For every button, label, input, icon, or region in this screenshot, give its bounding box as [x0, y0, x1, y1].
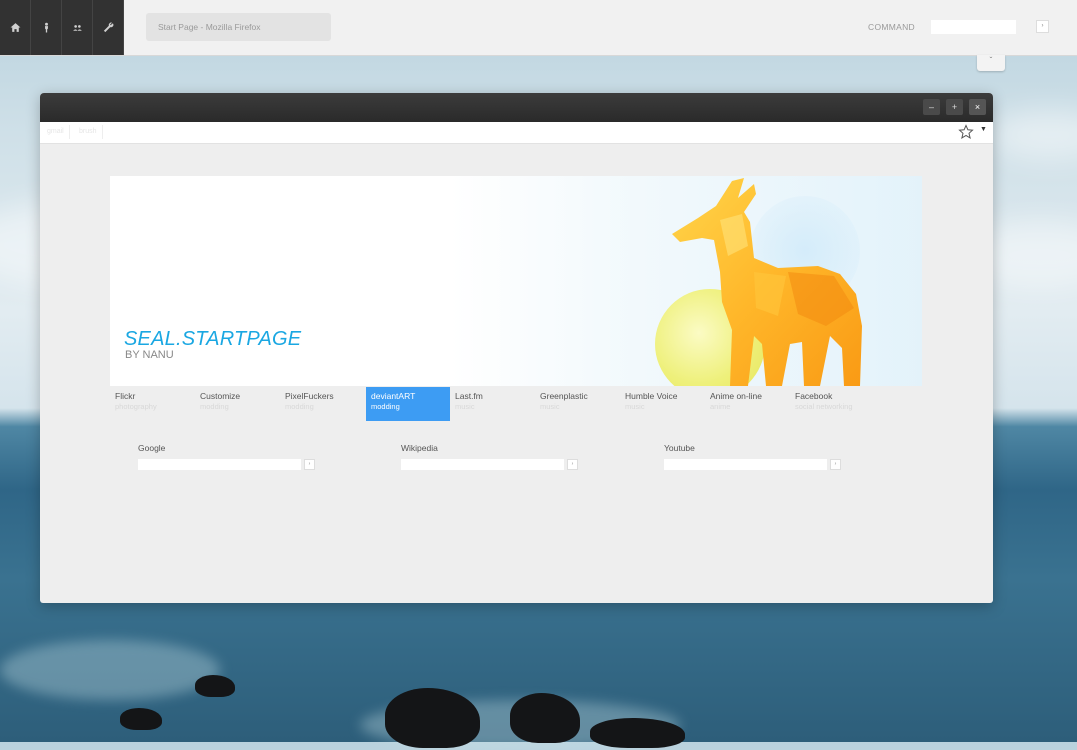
- link-humble-voice[interactable]: Humble Voice music: [620, 387, 704, 421]
- site-subtitle: BY NANU: [125, 349, 174, 361]
- header-banner: SEAL.STARTPAGE BY NANU: [110, 176, 922, 386]
- google-search-input[interactable]: [138, 459, 301, 470]
- google-search-button[interactable]: ›: [304, 459, 315, 470]
- link-deviantart[interactable]: deviantART modding: [366, 387, 450, 421]
- youtube-search: Youtube ›: [664, 443, 841, 470]
- link-flickr[interactable]: Flickr photography: [110, 387, 194, 421]
- rock: [385, 688, 480, 748]
- link-title: Flickr: [115, 391, 136, 401]
- rock: [590, 718, 685, 748]
- link-subtitle: anime: [710, 402, 731, 411]
- link-subtitle: photography: [115, 402, 157, 411]
- deer-illustration: [672, 178, 862, 386]
- link-pixelfuckers[interactable]: PixelFuckers modding: [280, 387, 364, 421]
- link-subtitle: modding: [285, 402, 314, 411]
- wrench-icon[interactable]: [93, 0, 124, 55]
- link-subtitle: music: [625, 402, 645, 411]
- link-anime-online[interactable]: Anime on-line anime: [705, 387, 789, 421]
- link-facebook[interactable]: Facebook social networking: [790, 387, 874, 421]
- minimize-button[interactable]: –: [923, 99, 940, 115]
- cloud: [990, 110, 1077, 160]
- youtube-search-input[interactable]: [664, 459, 827, 470]
- wikipedia-search-input[interactable]: [401, 459, 564, 470]
- search-label: Wikipedia: [401, 443, 438, 453]
- bookmark-brush[interactable]: brush: [74, 125, 103, 139]
- browser-window: – + × gmail brush ▼ SEAL.STARTPAGE BY NA…: [40, 93, 993, 603]
- sea-foam: [0, 640, 220, 700]
- link-subtitle: music: [540, 402, 560, 411]
- link-lastfm[interactable]: Last.fm music: [450, 387, 534, 421]
- close-button[interactable]: ×: [969, 99, 986, 115]
- top-panel: Start Page - Mozilla Firefox COMMAND ›: [0, 0, 1077, 56]
- link-subtitle: modding: [200, 402, 229, 411]
- link-title: Facebook: [795, 391, 833, 401]
- search-label: Youtube: [664, 443, 695, 453]
- link-subtitle: social networking: [795, 402, 853, 411]
- search-label: Google: [138, 443, 166, 453]
- link-title: PixelFuckers: [285, 391, 334, 401]
- wikipedia-search: Wikipedia ›: [401, 443, 578, 470]
- chevron-down-icon[interactable]: ▼: [980, 126, 987, 133]
- command-label: COMMAND: [868, 22, 915, 32]
- users-icon[interactable]: [62, 0, 93, 55]
- link-title: deviantART: [371, 391, 416, 401]
- link-bar: Flickr photography Customize modding Pix…: [110, 387, 922, 421]
- link-title: Greenplastic: [540, 391, 588, 401]
- rock: [195, 675, 235, 697]
- window-titlebar[interactable]: – + ×: [40, 93, 993, 122]
- link-customize[interactable]: Customize modding: [195, 387, 279, 421]
- rock: [120, 708, 162, 730]
- youtube-search-button[interactable]: ›: [830, 459, 841, 470]
- command-input[interactable]: [931, 20, 1016, 34]
- wikipedia-search-button[interactable]: ›: [567, 459, 578, 470]
- site-title: SEAL.STARTPAGE: [124, 328, 302, 350]
- taskbar-window-button[interactable]: Start Page - Mozilla Firefox: [146, 13, 331, 41]
- link-greenplastic[interactable]: Greenplastic music: [535, 387, 619, 421]
- link-subtitle: music: [455, 402, 475, 411]
- link-title: Customize: [200, 391, 241, 401]
- person-icon[interactable]: [31, 0, 62, 55]
- navigation-bar: gmail brush ▼: [40, 122, 993, 144]
- link-title: Anime on-line: [710, 391, 762, 401]
- link-subtitle: modding: [371, 402, 400, 411]
- bookmark-gmail[interactable]: gmail: [42, 125, 70, 139]
- google-search: Google ›: [138, 443, 315, 470]
- home-icon[interactable]: [0, 0, 31, 55]
- launcher-icons: [0, 0, 124, 55]
- link-title: Last.fm: [455, 391, 483, 401]
- star-bookmark-icon[interactable]: [958, 124, 974, 140]
- link-title: Humble Voice: [625, 391, 678, 401]
- drawer-toggle-button[interactable]: ˇ: [977, 55, 1005, 71]
- command-go-button[interactable]: ›: [1036, 20, 1049, 33]
- maximize-button[interactable]: +: [946, 99, 963, 115]
